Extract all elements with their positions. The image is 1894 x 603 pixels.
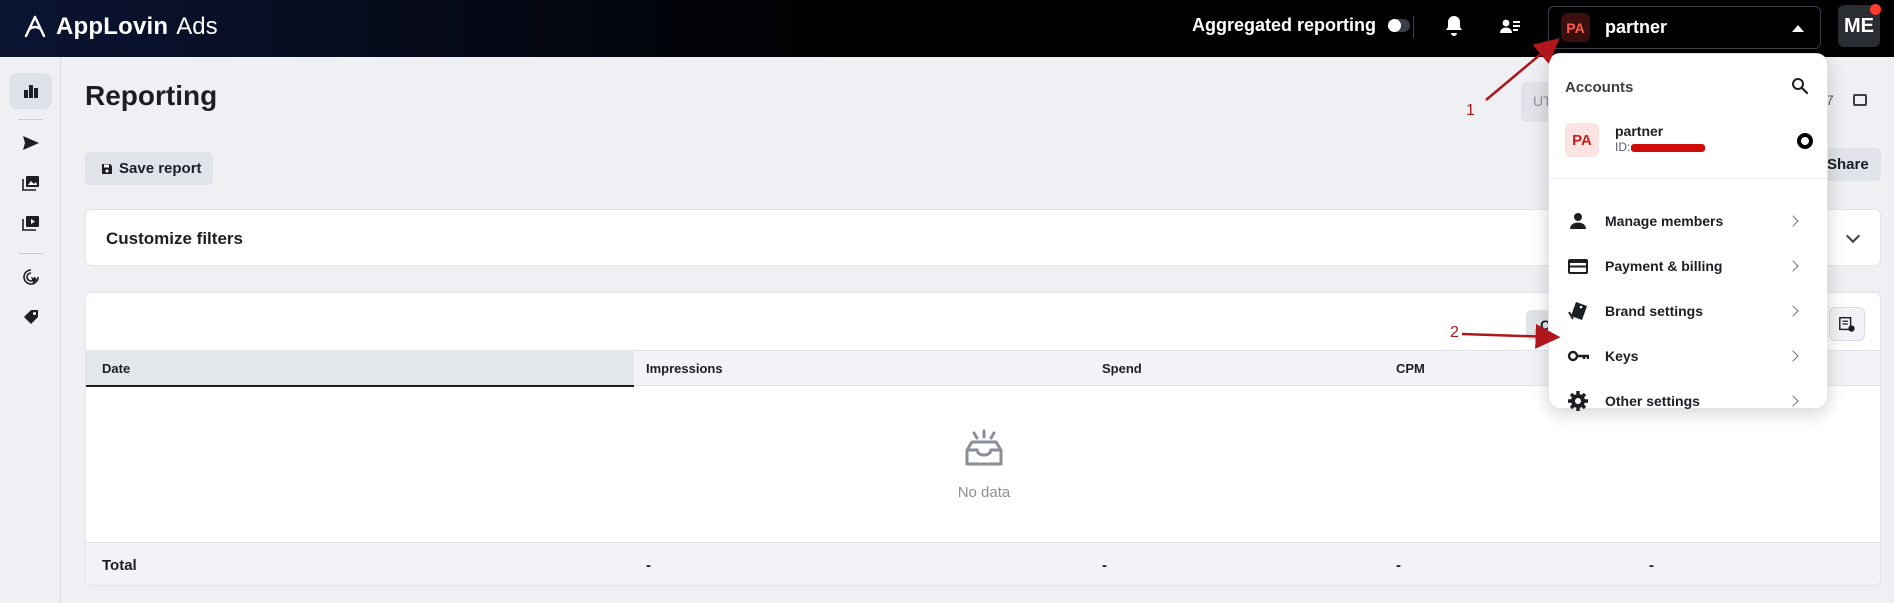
total-other: - <box>1649 557 1654 574</box>
total-label: Total <box>102 557 137 574</box>
key-icon <box>1567 350 1589 361</box>
person-icon <box>1570 212 1586 229</box>
customize-filters-title: Customize filters <box>106 229 243 248</box>
save-icon <box>102 163 112 174</box>
brand-tag-icon <box>1568 301 1587 320</box>
total-spend: - <box>1102 557 1107 574</box>
table-total-row: Total - - - - <box>86 542 1880 585</box>
applovin-logo[interactable]: AppLovin Ads <box>22 13 218 41</box>
menu-item-brand-settings[interactable]: Brand settings <box>1549 288 1827 333</box>
annotation-step-2: 2 <box>1450 324 1459 341</box>
sidebar-item-creatives[interactable] <box>9 165 52 201</box>
menu-item-label: Keys <box>1605 347 1639 364</box>
target-cursor-icon <box>22 269 39 285</box>
account-badge: PA <box>1561 13 1590 42</box>
contact-list-icon[interactable] <box>1498 14 1524 40</box>
brand-name: AppLovin <box>56 13 169 40</box>
chevron-right-icon <box>1787 214 1799 227</box>
accounts-header: Accounts <box>1565 79 1634 96</box>
tag-icon <box>23 310 38 324</box>
sidebar-separator <box>18 253 43 254</box>
menu-item-payment-billing[interactable]: Payment & billing <box>1549 243 1827 288</box>
sidebar-item-reporting[interactable] <box>9 73 52 109</box>
total-impressions: - <box>646 557 651 574</box>
image-library-icon <box>21 176 39 191</box>
page-title: Reporting <box>85 80 218 111</box>
video-library-icon <box>21 216 39 231</box>
export-map-icon <box>1839 316 1855 332</box>
dropdown-separator <box>1549 178 1827 179</box>
sidebar-item-targeting[interactable] <box>9 259 52 295</box>
account-option-badge: PA <box>1565 123 1599 157</box>
aggregated-reporting: Aggregated reporting <box>1192 15 1411 36</box>
column-header-date[interactable]: Date <box>86 351 634 387</box>
top-bar: AppLovin Ads Aggregated reporting PA par… <box>0 0 1894 57</box>
account-option-partner[interactable]: PA partner ID: <box>1549 114 1827 174</box>
menu-item-manage-members[interactable]: Manage members <box>1549 198 1827 243</box>
aggregated-reporting-toggle[interactable] <box>1388 19 1411 32</box>
redaction-mark <box>1631 143 1706 152</box>
divider <box>1413 16 1414 38</box>
total-cpm: - <box>1396 557 1401 574</box>
column-header-impressions[interactable]: Impressions <box>646 351 723 386</box>
sidebar-item-campaigns[interactable] <box>9 125 52 161</box>
bell-icon[interactable] <box>1442 14 1468 40</box>
chevron-right-icon <box>1787 304 1799 317</box>
aggregated-reporting-label: Aggregated reporting <box>1192 15 1377 35</box>
chevron-right-icon <box>1787 349 1799 362</box>
empty-inbox-icon <box>965 429 1003 465</box>
menu-item-label: Brand settings <box>1605 302 1704 319</box>
caret-up-icon <box>1792 25 1804 32</box>
account-id-prefix: ID: <box>1615 140 1631 154</box>
account-option-name: partner <box>1615 123 1664 139</box>
account-switcher[interactable]: PA partner <box>1548 6 1821 49</box>
gear-icon <box>1568 390 1588 411</box>
sidebar-separator <box>18 119 43 120</box>
save-report-label: Save report <box>119 160 202 177</box>
notification-dot <box>1870 4 1881 15</box>
chevron-down-icon[interactable] <box>1845 228 1861 244</box>
sidebar <box>0 57 61 603</box>
annotation-step-1: 1 <box>1466 102 1475 119</box>
export-button[interactable] <box>1829 307 1865 341</box>
menu-item-keys[interactable]: Keys <box>1549 333 1827 378</box>
sidebar-item-tags[interactable] <box>9 299 52 335</box>
send-icon <box>22 136 39 150</box>
chevron-right-icon <box>1787 394 1799 407</box>
applovin-logo-icon <box>24 15 46 38</box>
account-dropdown: Accounts PA partner ID: Manage members P… <box>1548 53 1828 411</box>
credit-card-icon <box>1568 258 1588 274</box>
column-header-spend[interactable]: Spend <box>1102 351 1142 386</box>
bar-chart-icon <box>23 85 38 98</box>
save-report-button[interactable]: Save report <box>85 152 213 185</box>
chevron-right-icon <box>1787 259 1799 272</box>
calendar-icon[interactable] <box>1853 94 1867 106</box>
account-name: partner <box>1605 17 1668 37</box>
empty-state-text: No data <box>957 483 1011 501</box>
sidebar-item-videos[interactable] <box>9 205 52 241</box>
column-header-cpm[interactable]: CPM <box>1396 351 1425 386</box>
menu-item-label: Other settings <box>1605 392 1700 409</box>
account-option-id: ID: <box>1615 140 1706 154</box>
menu-item-label: Payment & billing <box>1605 257 1723 274</box>
menu-item-label: Manage members <box>1605 212 1724 229</box>
menu-item-other-settings[interactable]: Other settings <box>1549 378 1827 423</box>
account-selected-radio[interactable] <box>1797 133 1813 149</box>
search-icon[interactable] <box>1791 77 1809 95</box>
product-name: Ads <box>176 13 218 40</box>
